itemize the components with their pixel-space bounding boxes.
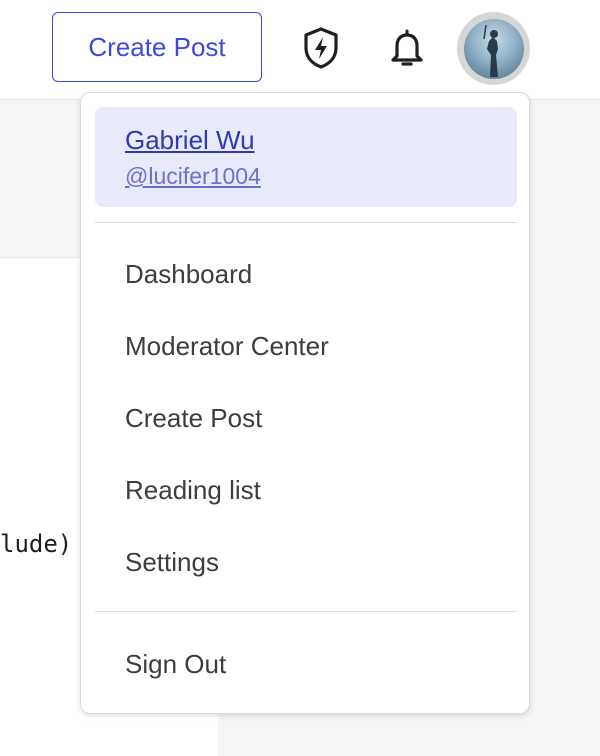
menu-divider: [95, 222, 517, 223]
avatar-image: [463, 18, 524, 79]
profile-name: Gabriel Wu: [125, 125, 255, 155]
menu-item-dashboard[interactable]: Dashboard: [95, 244, 517, 304]
sign-out-button[interactable]: Sign Out: [95, 634, 517, 694]
create-post-button[interactable]: Create Post: [52, 12, 262, 82]
menu-divider: [95, 611, 517, 612]
shield-bolt-icon[interactable]: [293, 20, 349, 76]
user-dropdown-menu: Gabriel Wu @lucifer1004 Dashboard Modera…: [80, 92, 530, 714]
menu-item-create-post[interactable]: Create Post: [95, 388, 517, 448]
bell-icon[interactable]: [379, 20, 435, 76]
profile-handle: @lucifer1004: [125, 163, 261, 189]
top-navbar: Create Post: [0, 0, 600, 100]
menu-item-settings[interactable]: Settings: [95, 532, 517, 592]
avatar[interactable]: [457, 12, 530, 85]
menu-item-reading-list[interactable]: Reading list: [95, 460, 517, 520]
menu-item-moderator-center[interactable]: Moderator Center: [95, 316, 517, 376]
profile-link[interactable]: Gabriel Wu @lucifer1004: [95, 107, 517, 207]
code-fragment: lude): [0, 530, 73, 558]
